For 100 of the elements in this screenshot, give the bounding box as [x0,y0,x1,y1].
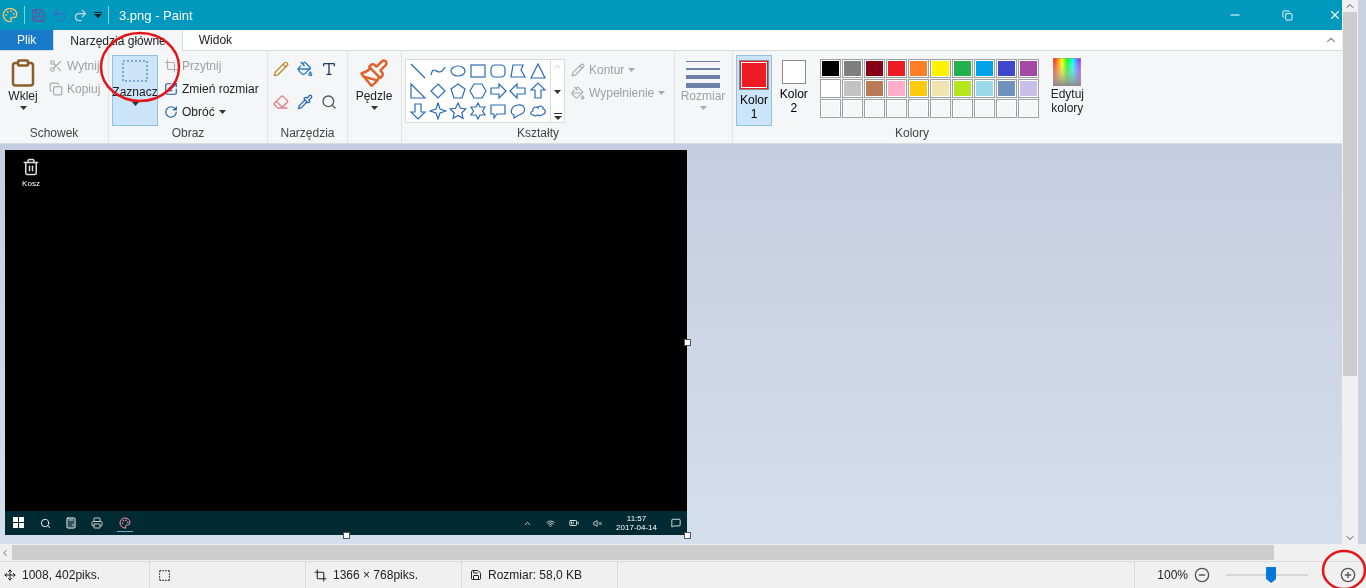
pentagon-icon[interactable] [449,82,467,100]
image-size-icon [314,568,327,582]
rectangular-callout-icon[interactable] [489,102,507,120]
rounded-rectangle-icon[interactable] [489,62,507,80]
group-label: Kształty [517,126,559,142]
selection-size-icon [158,568,171,582]
palette-swatch[interactable] [819,59,841,78]
text-icon[interactable] [320,61,337,77]
palette-swatch[interactable] [973,59,995,78]
magnifier-icon[interactable] [320,93,337,110]
clock-date: 2017-04-14 [616,523,657,533]
right-triangle-icon[interactable] [409,82,427,100]
star-icon[interactable] [449,102,467,120]
polygon-icon[interactable] [509,62,527,80]
dropdown-icon[interactable] [94,12,102,18]
palette-swatch[interactable] [907,59,929,78]
diamond-icon[interactable] [429,82,447,100]
color-spectrum-icon [1053,58,1082,86]
window-title: 3.png - Paint [119,7,194,23]
triangle-icon[interactable] [529,62,547,80]
eraser-icon[interactable] [272,93,289,110]
oval-callout-icon[interactable] [509,102,527,120]
palette-swatch[interactable] [841,59,863,78]
zoom-level: 100% [1157,568,1188,582]
redo-icon[interactable] [73,7,88,23]
more-shapes-icon[interactable] [553,113,562,120]
image-size: 1366 × 768piks. [333,568,419,582]
scroll-left-icon[interactable] [0,547,10,558]
palette-swatch[interactable] [885,79,907,98]
arrow-right-icon[interactable] [489,82,507,100]
crop-icon [164,58,178,73]
caret-icon [19,105,27,110]
group-label: Kolory [895,126,929,142]
resize-icon [164,81,178,96]
wifi-icon[interactable] [546,518,556,528]
arrow-down-icon[interactable] [409,102,427,120]
group-label: Schowek [29,126,79,142]
ellipse-icon[interactable] [449,62,467,80]
zoom-slider-thumb[interactable] [1266,567,1277,583]
four-point-star-icon[interactable] [429,102,447,120]
palette-swatch[interactable] [841,79,863,98]
palette-swatch[interactable] [1017,59,1039,78]
scroll-down-icon [554,90,561,94]
palette-swatch[interactable] [885,59,907,78]
search-icon[interactable] [40,517,51,529]
printer-icon[interactable] [91,517,103,529]
six-point-star-icon[interactable] [469,102,487,120]
battery-icon[interactable] [569,518,580,528]
rotate-button[interactable]: Obróć [162,101,261,122]
palette-swatch[interactable] [929,59,951,78]
paint-taskbar-button[interactable] [117,514,133,532]
palette-swatch[interactable] [951,59,973,78]
file-menu-tab[interactable]: Plik [0,30,54,50]
palette-swatch[interactable] [907,79,929,98]
file-size: Rozmiar: 58,0 KB [488,568,583,582]
palette-swatch[interactable] [995,59,1017,78]
palette-swatch[interactable] [1017,79,1039,98]
arrow-up-icon[interactable] [529,82,547,100]
arrow-left-icon[interactable] [509,82,527,100]
pencil-icon [571,62,585,77]
bucket-icon [571,85,585,100]
desktop-icon-label: Kosz [22,179,40,188]
resize-handle[interactable] [343,532,350,539]
rectangle-icon[interactable] [469,62,487,80]
close-icon [1328,8,1342,22]
paint-app-icon [2,7,18,23]
group-label: Obraz [171,126,205,142]
zoom-out-icon[interactable] [1194,567,1210,583]
palette-swatch[interactable] [995,79,1017,98]
color-slot-button[interactable]: Kolor 2 [776,55,812,126]
line-width-icon [686,58,720,88]
brushes-button[interactable]: Pędzle [351,55,397,143]
copy-icon [49,81,63,96]
hexagon-icon[interactable] [469,82,487,100]
caret-icon [699,105,707,110]
color-slot-button[interactable]: Kolor 1 [736,55,772,126]
line-icon[interactable] [409,62,427,80]
zoom-in-icon[interactable] [1340,567,1356,583]
resize-button[interactable]: Zmień rozmiar [162,78,261,99]
start-button[interactable] [11,515,26,531]
palette-swatch[interactable] [863,79,885,98]
volume-muted-icon[interactable] [593,518,603,528]
paintbrush-icon [359,58,389,88]
palette-swatch[interactable] [929,79,951,98]
paint-bucket-icon[interactable] [296,61,313,77]
palette-swatch[interactable] [863,59,885,78]
palette-swatch[interactable] [819,79,841,98]
paste-button[interactable]: Wklej [3,55,43,126]
eyedropper-icon[interactable] [296,93,313,110]
calculator-icon[interactable] [65,517,77,529]
resize-handle[interactable] [684,339,691,346]
edit-colors-button[interactable]: Edytuj kolory [1046,55,1088,126]
caret-icon [628,67,636,72]
dashed-rectangle-icon [120,58,150,84]
palette-swatch[interactable] [951,79,973,98]
notification-icon[interactable] [671,518,681,528]
palette-swatch[interactable] [973,79,995,98]
resize-handle[interactable] [684,532,691,539]
pencil-icon[interactable] [272,61,289,77]
move-cursor-icon [4,569,16,581]
